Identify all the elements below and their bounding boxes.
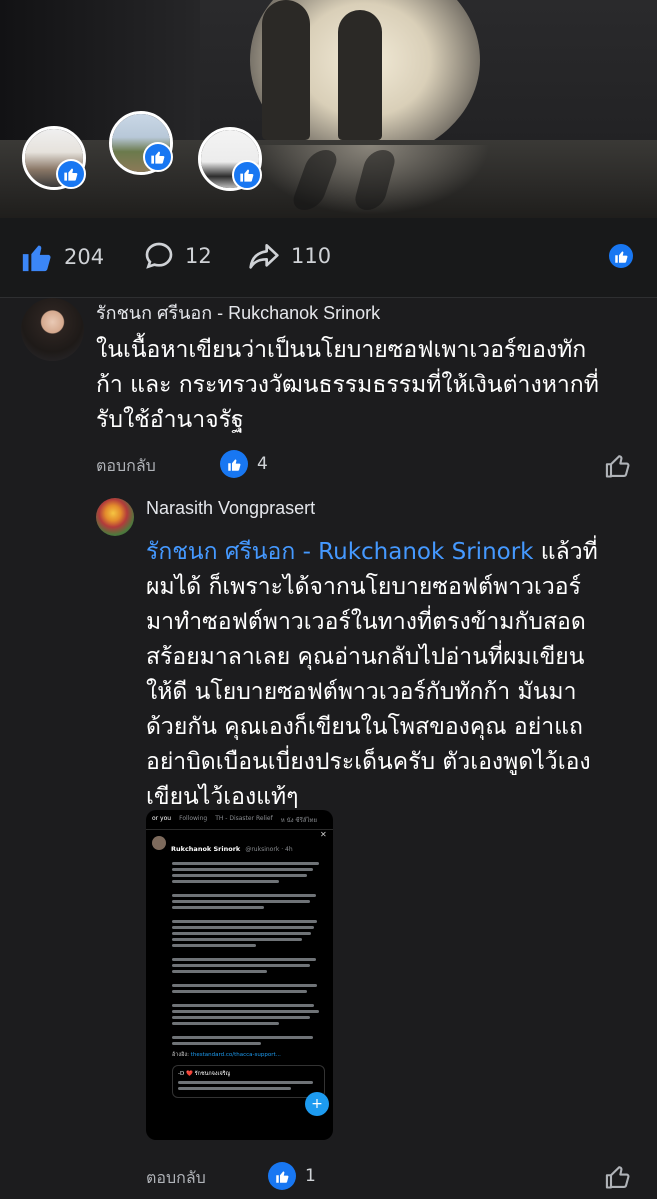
comment-line: ก้า และ กระทรวงวัฒนธรรมธรรมที่ให้เงินต่า… bbox=[96, 372, 599, 398]
screenshot-quote-author: -D ❤️ รักชนกจงเจริญ bbox=[178, 1071, 231, 1077]
screenshot-link: อ้างอิง: thestandard.co/thacca-support..… bbox=[146, 1048, 333, 1061]
reaction-summary[interactable]: 4 bbox=[220, 450, 268, 478]
photo-silhouette bbox=[262, 0, 310, 140]
comment-author[interactable]: Narasith Vongprasert bbox=[146, 498, 315, 519]
comment-author[interactable]: รักชนก ศรีนอก - Rukchanok Srinork bbox=[96, 298, 380, 327]
post-photo[interactable] bbox=[0, 0, 657, 218]
comment-line: ให้ดี นโยบายซอฟต์พาวเวอร์กับทักก้า มันมา bbox=[146, 679, 577, 705]
comment-line: สร้อยมาลาเลย คุณอ่านกลับไปอ่านที่ผมเขียน bbox=[146, 644, 585, 670]
thumbs-up-icon bbox=[143, 142, 173, 172]
thumbs-up-icon bbox=[22, 245, 51, 272]
thumbs-up-icon bbox=[268, 1162, 296, 1190]
comment-text: รักชนก ศรีนอก - Rukchanok Srinork แล้วที… bbox=[146, 535, 646, 815]
comment-text: ในเนื้อหาเขียนว่าเป็นนโยบายซอฟเพาเวอร์ขอ… bbox=[96, 333, 644, 438]
comment-line: รับใช้อำนาจรัฐ bbox=[96, 407, 244, 433]
reply-button[interactable]: ตอบกลับ bbox=[96, 454, 156, 479]
screenshot-handle: @ruksinork · 4h bbox=[245, 846, 293, 853]
reaction-summary[interactable]: 1 bbox=[268, 1162, 316, 1190]
comment-line: มาทำซอฟต์พาวเวอร์ในทางที่ตรงข้ามกับสอด bbox=[146, 609, 586, 635]
screenshot-post-header: Rukchanok Srinork @ruksinork · 4h bbox=[146, 830, 333, 857]
comment-line: อย่าบิดเบือนเบี่ยงประเด็นครับ ตัวเองพูดไ… bbox=[146, 749, 591, 775]
avatar[interactable] bbox=[96, 498, 134, 536]
comment-count: 12 bbox=[185, 244, 212, 268]
comment-line: ด้วยกัน คุณเองก็เขียนในโพสของคุณ อย่าแถ bbox=[146, 714, 583, 740]
like-button[interactable]: 204 bbox=[20, 240, 104, 274]
screenshot-tab: or you bbox=[152, 815, 172, 822]
plus-icon: + bbox=[305, 1092, 329, 1116]
close-icon: ✕ bbox=[320, 830, 327, 839]
comment-line: รักชนก ศรีนอก - Rukchanok Srinork แล้วที… bbox=[146, 535, 646, 570]
screenshot-link-prefix: อ้างอิง: bbox=[172, 1052, 189, 1058]
share-arrow-icon bbox=[249, 244, 279, 269]
comment-line-rest: แล้วที่ bbox=[533, 539, 598, 565]
comment-line: ผมได้ ก็เพราะได้จากนโยบายซอฟต์พาวเวอร์ bbox=[146, 574, 581, 600]
share-button[interactable]: 110 bbox=[247, 240, 331, 272]
screenshot-quote: -D ❤️ รักชนกจงเจริญ bbox=[172, 1065, 325, 1098]
thumbs-up-outline-icon bbox=[605, 455, 630, 478]
attached-screenshot[interactable]: or you Following TH - Disaster Relief ห … bbox=[146, 810, 333, 1140]
like-count: 204 bbox=[64, 245, 105, 269]
screenshot-avatar bbox=[152, 836, 166, 850]
comment-line: ในเนื้อหาเขียนว่าเป็นนโยบายซอฟเพาเวอร์ขอ… bbox=[96, 337, 587, 363]
screenshot-tab: Following bbox=[179, 815, 208, 822]
screenshot-body bbox=[146, 857, 333, 1045]
reaction-count: 4 bbox=[257, 454, 268, 474]
screenshot-tab: TH - Disaster Relief bbox=[215, 815, 273, 822]
mention-link[interactable]: รักชนก ศรีนอก - Rukchanok Srinork bbox=[146, 539, 534, 565]
like-comment-button[interactable] bbox=[604, 1163, 632, 1195]
like-comment-button[interactable] bbox=[604, 452, 632, 484]
comment-bubble-icon bbox=[145, 242, 173, 269]
screenshot-tab: ห นัง ซีรีส์ไทย bbox=[280, 817, 317, 824]
share-count: 110 bbox=[291, 244, 332, 268]
thumbs-up-icon bbox=[232, 160, 262, 190]
reply-button[interactable]: ตอบกลับ bbox=[146, 1166, 206, 1191]
post-stats-bar: 204 12 110 bbox=[0, 218, 657, 298]
thumbs-up-icon bbox=[607, 242, 635, 270]
thumbs-up-icon bbox=[56, 159, 86, 189]
reaction-count: 1 bbox=[305, 1166, 316, 1186]
avatar[interactable] bbox=[21, 298, 84, 361]
comment-button[interactable]: 12 bbox=[143, 240, 212, 272]
screenshot-tabs: or you Following TH - Disaster Relief ห … bbox=[146, 810, 333, 830]
screenshot-link-url: thestandard.co/thacca-support... bbox=[190, 1052, 281, 1058]
thumbs-up-outline-icon bbox=[605, 1166, 630, 1189]
photo-silhouette bbox=[338, 10, 382, 140]
thumbs-up-icon bbox=[220, 450, 248, 478]
screenshot-author: Rukchanok Srinork bbox=[171, 845, 241, 853]
